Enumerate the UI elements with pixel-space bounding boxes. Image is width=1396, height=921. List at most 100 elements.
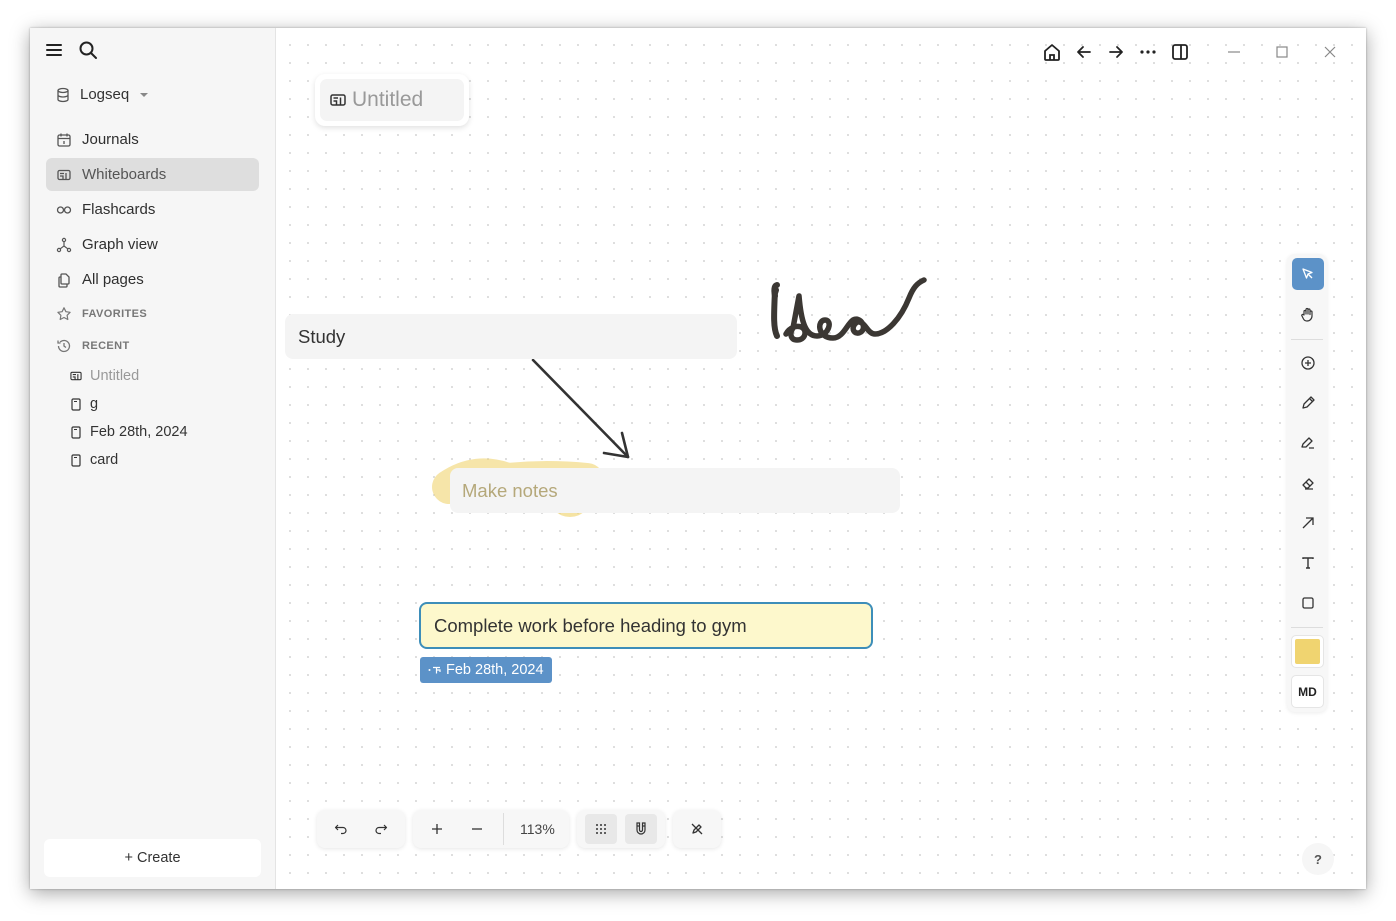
select-tool[interactable] — [1292, 258, 1324, 290]
back-button[interactable] — [1068, 36, 1100, 68]
close-window-button[interactable] — [1306, 36, 1354, 68]
favorites-label: FAVORITES — [82, 308, 148, 320]
redo-icon — [374, 823, 388, 835]
arrow-left-icon — [1075, 43, 1093, 61]
plus-circle-icon — [1300, 355, 1316, 371]
tool-lock-button[interactable] — [681, 814, 713, 844]
page-icon — [70, 397, 82, 411]
bottom-toolbar: 113% — [317, 810, 721, 848]
add-block-tool[interactable] — [1292, 347, 1324, 379]
snap-toggle[interactable] — [624, 814, 657, 844]
page-icon — [70, 453, 82, 467]
hand-icon — [1300, 306, 1316, 322]
whiteboard-title[interactable]: Untitled — [320, 79, 464, 121]
recent-section[interactable]: RECENT — [46, 330, 259, 362]
app-window: Logseq Journals Whiteboards Flashcards G… — [30, 28, 1366, 889]
redo-button[interactable] — [365, 814, 397, 844]
plus-icon — [431, 823, 443, 835]
nav-label: Journals — [82, 131, 139, 148]
zoom-group: 113% — [413, 810, 569, 848]
close-icon — [1324, 46, 1336, 58]
arrow-connector[interactable] — [531, 358, 630, 459]
color-picker[interactable] — [1291, 635, 1324, 668]
eraser-tool[interactable] — [1292, 467, 1324, 499]
nav-journals[interactable]: Journals — [46, 123, 259, 156]
nav-label: All pages — [82, 271, 144, 288]
journal-date-tag[interactable]: Feb 28th, 2024 — [420, 657, 552, 683]
recent-item-g[interactable]: g — [70, 390, 259, 418]
recent-item-card[interactable]: card — [70, 446, 259, 474]
help-button[interactable]: ? — [1302, 843, 1334, 875]
maximize-icon — [1276, 46, 1288, 58]
graph-selector[interactable]: Logseq — [56, 86, 149, 103]
search-icon[interactable] — [78, 40, 98, 60]
graph-name: Logseq — [80, 86, 130, 103]
recent-label: card — [90, 452, 119, 468]
nav-label: Flashcards — [82, 201, 156, 218]
pan-tool[interactable] — [1292, 298, 1324, 330]
connector-tool[interactable] — [1292, 507, 1324, 539]
color-swatch-fill — [1295, 639, 1320, 664]
minimize-button[interactable] — [1210, 36, 1258, 68]
shape-make-notes[interactable]: Make notes — [450, 468, 900, 513]
handwriting-idea[interactable] — [771, 277, 927, 343]
zoom-in-button[interactable] — [421, 814, 453, 844]
create-button[interactable]: + Create — [44, 839, 261, 877]
more-button[interactable] — [1132, 36, 1164, 68]
shape-task-selected[interactable]: Complete work before heading to gym — [419, 602, 873, 649]
calendar-icon — [56, 132, 72, 148]
highlighter-icon — [1300, 435, 1316, 451]
whiteboard-icon — [70, 369, 82, 383]
drawings-layer — [432, 277, 927, 517]
nav-label: Graph view — [82, 236, 158, 253]
nav-all-pages[interactable]: All pages — [46, 263, 259, 296]
sidebar-right-icon — [1171, 43, 1189, 61]
recent-label: g — [90, 396, 99, 412]
whiteboard-canvas[interactable]: Untitled Study Make notes Complete work … — [277, 28, 1366, 889]
square-icon — [1300, 595, 1316, 611]
more-horizontal-icon — [1139, 49, 1157, 55]
home-button[interactable] — [1036, 36, 1068, 68]
whiteboard-title-card: Untitled — [315, 74, 469, 126]
grid-toggle[interactable] — [584, 814, 617, 844]
toggle-right-sidebar-button[interactable] — [1164, 36, 1196, 68]
markdown-toggle[interactable]: MD — [1291, 675, 1324, 708]
pen-icon — [1300, 395, 1316, 411]
recent-item-feb-28th-2024[interactable]: Feb 28th, 2024 — [70, 418, 259, 446]
zoom-divider — [503, 813, 504, 845]
recent-item-untitled[interactable]: Untitled — [70, 362, 259, 390]
shape-tool[interactable] — [1292, 587, 1324, 619]
forward-button[interactable] — [1100, 36, 1132, 68]
whiteboard-title-text: Untitled — [352, 88, 424, 111]
nav-graph-view[interactable]: Graph view — [46, 228, 259, 261]
favorites-section[interactable]: FAVORITES — [46, 298, 259, 330]
text-tool[interactable] — [1292, 547, 1324, 579]
shape-study[interactable]: Study — [285, 314, 737, 359]
menu-icon[interactable] — [44, 40, 64, 60]
main-nav: Journals Whiteboards Flashcards Graph vi… — [46, 123, 259, 474]
zoom-level[interactable]: 113% — [510, 821, 565, 837]
home-icon — [1042, 42, 1062, 62]
recent-list: Untitled g Feb 28th, 2024 card — [46, 362, 259, 474]
nav-whiteboards[interactable]: Whiteboards — [46, 158, 259, 191]
pen-off-icon — [690, 822, 704, 836]
highlighter-tool[interactable] — [1292, 427, 1324, 459]
graph-icon — [56, 237, 72, 253]
tool-divider — [1291, 339, 1323, 340]
undo-icon — [334, 823, 348, 835]
zoom-out-button[interactable] — [461, 814, 493, 844]
date-tag-text: Feb 28th, 2024 — [446, 662, 544, 678]
undo-button[interactable] — [325, 814, 357, 844]
history-icon — [56, 338, 72, 354]
minus-icon — [471, 823, 483, 835]
recent-label: Feb 28th, 2024 — [90, 424, 188, 440]
page-icon — [70, 425, 82, 439]
eraser-icon — [1300, 475, 1316, 491]
nav-flashcards[interactable]: Flashcards — [46, 193, 259, 226]
grid-dots-icon — [595, 823, 607, 835]
arrow-right-icon — [1107, 43, 1125, 61]
maximize-button[interactable] — [1258, 36, 1306, 68]
star-icon — [56, 306, 72, 322]
pages-icon — [56, 272, 72, 288]
pen-tool[interactable] — [1292, 387, 1324, 419]
